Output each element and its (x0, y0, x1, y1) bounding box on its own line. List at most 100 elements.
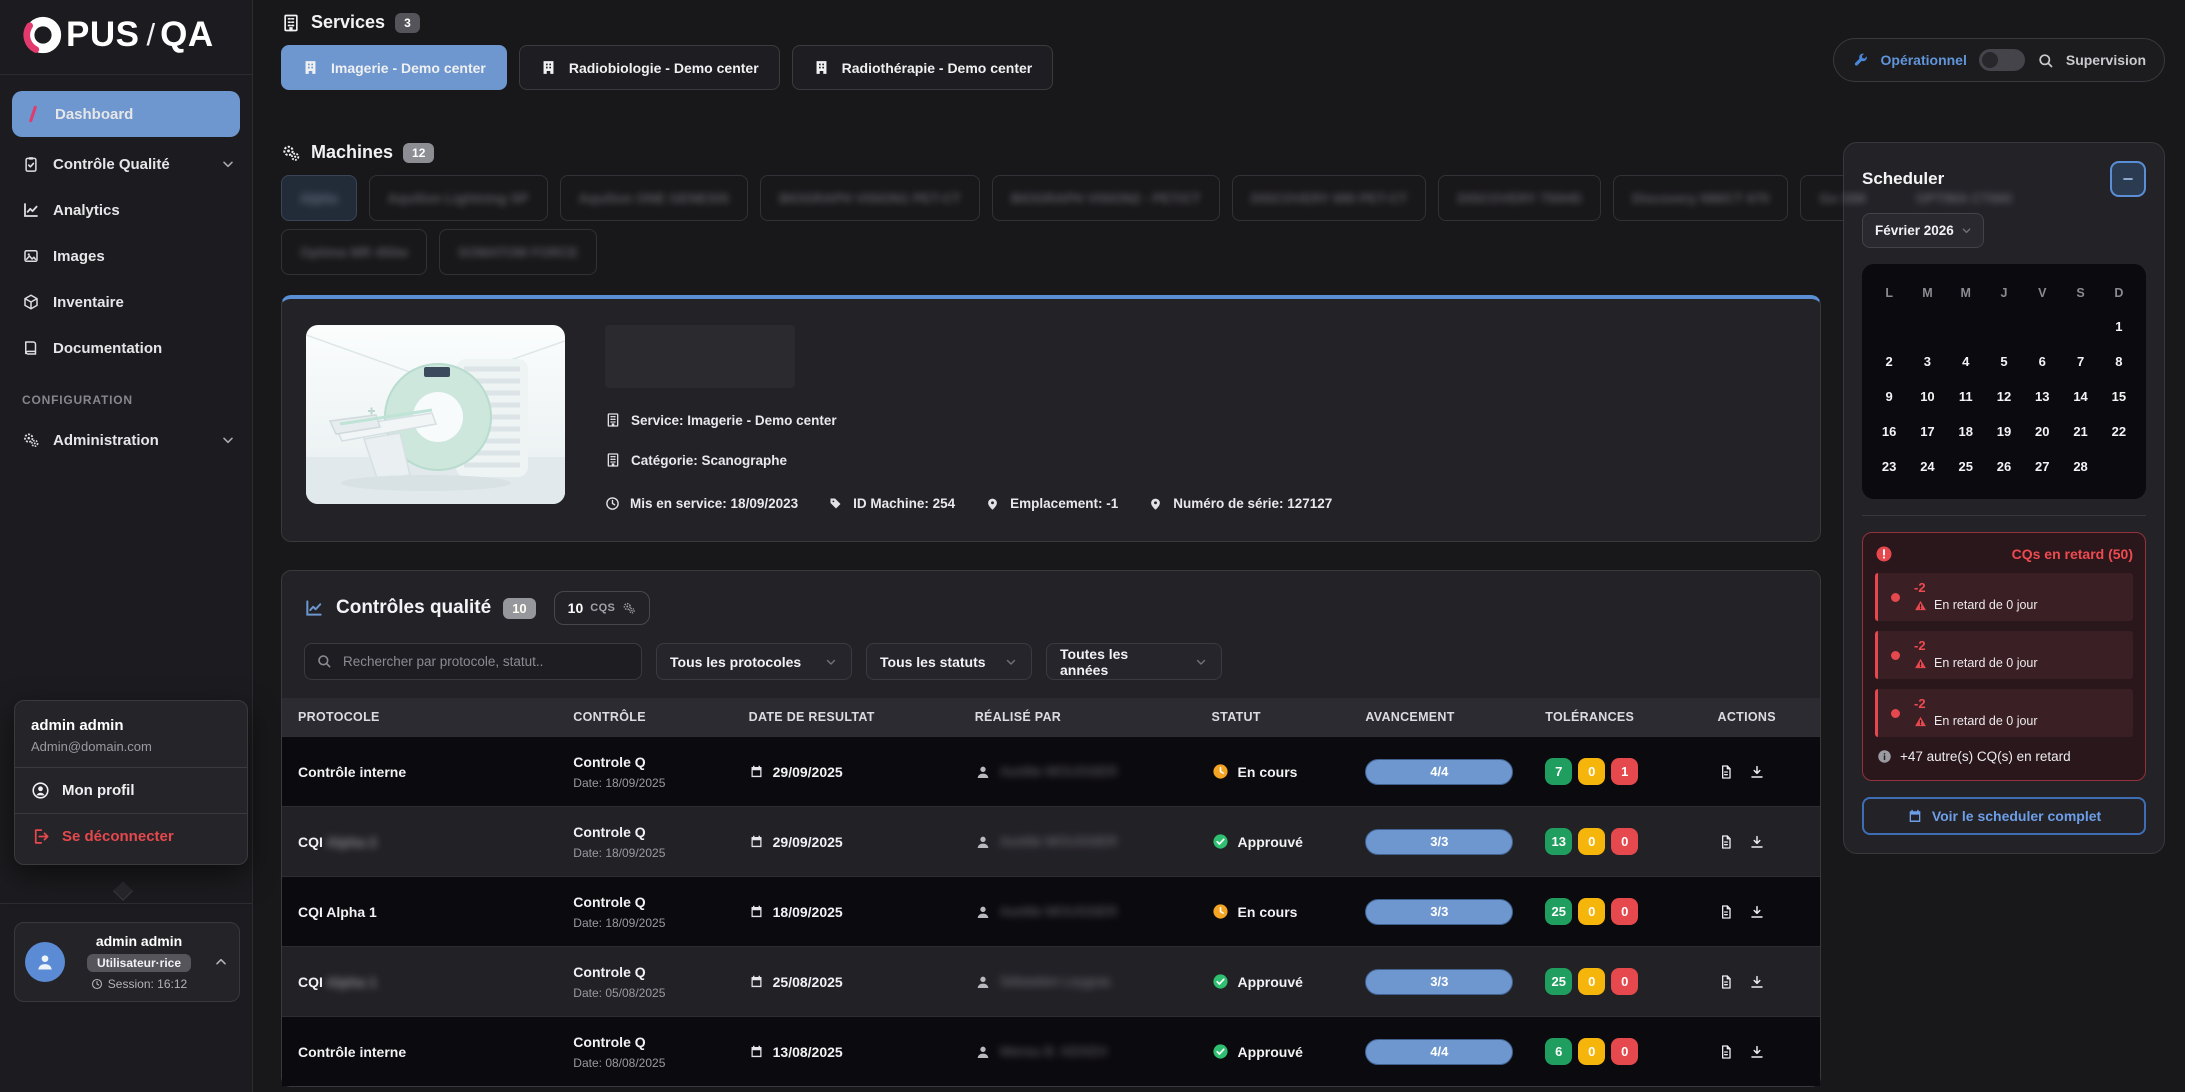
report-icon[interactable] (1718, 764, 1734, 780)
calendar-day[interactable]: 27 (2023, 450, 2061, 483)
download-icon[interactable] (1749, 904, 1765, 920)
report-icon[interactable] (1718, 1044, 1734, 1060)
calendar-day[interactable]: 11 (1947, 380, 1985, 413)
divider (15, 813, 247, 814)
report-icon[interactable] (1718, 974, 1734, 990)
calendar-day[interactable]: 5 (1985, 345, 2023, 378)
person-icon (975, 904, 991, 920)
logo-o-icon (23, 15, 63, 55)
sidebar-item-controle-qualite[interactable]: Contrôle Qualité (0, 141, 252, 187)
calendar-day[interactable]: 4 (1947, 345, 1985, 378)
report-icon[interactable] (1718, 834, 1734, 850)
late-cq-value: -2 (1914, 580, 1926, 595)
cqs-count-pill[interactable]: 10 CQS (553, 591, 651, 625)
late-cq-value: -2 (1914, 696, 1926, 711)
calendar-day[interactable]: 13 (2023, 380, 2061, 413)
calendar-icon (749, 834, 764, 849)
view-full-scheduler-button[interactable]: Voir le scheduler complet (1862, 797, 2146, 835)
machine-tab[interactable]: BIOGRAPH VISION2 - PET/CT (991, 175, 1220, 221)
calendar-day[interactable]: 16 (1870, 415, 1908, 448)
mode-supervision-label[interactable]: Supervision (2066, 52, 2146, 68)
calendar-day[interactable]: 21 (2061, 415, 2099, 448)
late-cq-item[interactable]: -2 En retard de 0 jour (1875, 573, 2133, 621)
download-icon[interactable] (1749, 1044, 1765, 1060)
calendar-day[interactable]: 12 (1985, 380, 2023, 413)
service-tab-radiotherapie[interactable]: Radiothérapie - Demo center (791, 45, 1054, 90)
calendar-day[interactable]: 8 (2100, 345, 2138, 378)
download-icon[interactable] (1749, 834, 1765, 850)
download-icon[interactable] (1749, 974, 1765, 990)
filter-status-select[interactable]: Tous les statuts (866, 643, 1032, 680)
calendar-day[interactable]: 2 (1870, 345, 1908, 378)
calendar-day[interactable]: 28 (2061, 450, 2099, 483)
calendar-day (2023, 310, 2061, 343)
filter-protocols-select[interactable]: Tous les protocoles (656, 643, 852, 680)
service-tab-imagerie[interactable]: Imagerie - Demo center (281, 45, 507, 90)
calendar-icon (749, 974, 764, 989)
table-row[interactable]: Contrôle interne Controle Q Date: 08/08/2… (282, 1016, 1820, 1086)
hospital-icon (813, 59, 830, 76)
calendar-day[interactable]: 23 (1870, 450, 1908, 483)
machine-tab[interactable]: Discovery NM/CT 670 (1612, 175, 1789, 221)
calendar-day[interactable]: 20 (2023, 415, 2061, 448)
table-row[interactable]: CQI Alpha 2 Controle Q Date: 18/09/2025 2… (282, 806, 1820, 876)
person-icon (975, 1044, 991, 1060)
machine-tab[interactable]: SOMATOM FORCE (439, 229, 598, 275)
sidebar-item-images[interactable]: Images (0, 233, 252, 279)
month-select[interactable]: Février 2026 (1862, 213, 1984, 248)
late-cq-item[interactable]: -2 En retard de 0 jour (1875, 631, 2133, 679)
service-tab-radiobiologie[interactable]: Radiobiologie - Demo center (518, 45, 780, 90)
machine-tab[interactable]: Optima MR 450w (281, 229, 428, 275)
table-row[interactable]: Contrôle interne Controle Q Date: 18/09/2… (282, 736, 1820, 806)
search-input[interactable] (304, 643, 642, 680)
calendar-day[interactable]: 9 (1870, 380, 1908, 413)
calendar-day[interactable]: 1 (2100, 310, 2138, 343)
collapse-scheduler-button[interactable] (2110, 161, 2146, 197)
calendar-day[interactable]: 7 (2061, 345, 2099, 378)
chevron-up-icon[interactable] (213, 954, 229, 970)
machine-tab[interactable]: Aquilion Lightning SP (368, 175, 548, 221)
sidebar-item-analytics[interactable]: Analytics (0, 187, 252, 233)
table-row[interactable]: CQI Alpha 1 Controle Q Date: 18/09/2025 1… (282, 876, 1820, 946)
red-dot (1891, 593, 1900, 602)
calendar-day[interactable]: 26 (1985, 450, 2023, 483)
sidebar-item-inventaire[interactable]: Inventaire (0, 279, 252, 325)
left-column: Machines 12 Alpha Aquilion Lightning SP … (281, 142, 2032, 1087)
calendar-icon (749, 904, 764, 919)
table-row[interactable]: CQI Alpha 1 Controle Q Date: 05/08/2025 2… (282, 946, 1820, 1016)
late-cq-item[interactable]: -2 En retard de 0 jour (1875, 689, 2133, 737)
calendar-day[interactable]: 22 (2100, 415, 2138, 448)
status-approved-icon (1212, 973, 1229, 990)
sidebar-item-administration[interactable]: Administration (0, 417, 252, 463)
download-icon[interactable] (1749, 764, 1765, 780)
machine-tab[interactable]: BIOGRAPH VISION1 PET-CT (760, 175, 980, 221)
sidebar-item-label: Inventaire (53, 293, 124, 311)
calendar-day[interactable]: 19 (1985, 415, 2023, 448)
mode-operational-label[interactable]: Opérationnel (1881, 52, 1967, 68)
machine-tab[interactable]: Aquilion ONE GENESIS (559, 175, 749, 221)
calendar-day[interactable]: 24 (1908, 450, 1946, 483)
late-cqs-title: CQs en retard (50) (2011, 546, 2133, 562)
machine-tab[interactable]: DISCOVERY 750HD (1438, 175, 1601, 221)
mode-toggle[interactable] (1978, 49, 2025, 71)
machine-tab[interactable]: Alpha (281, 175, 357, 221)
box-icon (22, 293, 40, 311)
logout-item[interactable]: Se déconnecter (31, 827, 231, 846)
calendar-day[interactable]: 3 (1908, 345, 1946, 378)
calendar-day (1947, 310, 1985, 343)
machine-tab[interactable]: DISCOVERY 690 PET-CT (1231, 175, 1427, 221)
sidebar-item-documentation[interactable]: Documentation (0, 325, 252, 371)
report-icon[interactable] (1718, 904, 1734, 920)
calendar-day[interactable]: 15 (2100, 380, 2138, 413)
user-card[interactable]: admin admin Utilisateur·rice Session: 16… (14, 922, 240, 1002)
filter-years-select[interactable]: Toutes les années (1046, 643, 1222, 680)
gear-icon[interactable] (622, 601, 636, 615)
sidebar-item-dashboard[interactable]: Dashboard (12, 91, 240, 137)
calendar-day[interactable]: 17 (1908, 415, 1946, 448)
calendar-day[interactable]: 18 (1947, 415, 1985, 448)
calendar-day[interactable]: 10 (1908, 380, 1946, 413)
my-profile-item[interactable]: Mon profil (31, 781, 231, 800)
calendar-day[interactable]: 14 (2061, 380, 2099, 413)
calendar-day[interactable]: 6 (2023, 345, 2061, 378)
calendar-day[interactable]: 25 (1947, 450, 1985, 483)
